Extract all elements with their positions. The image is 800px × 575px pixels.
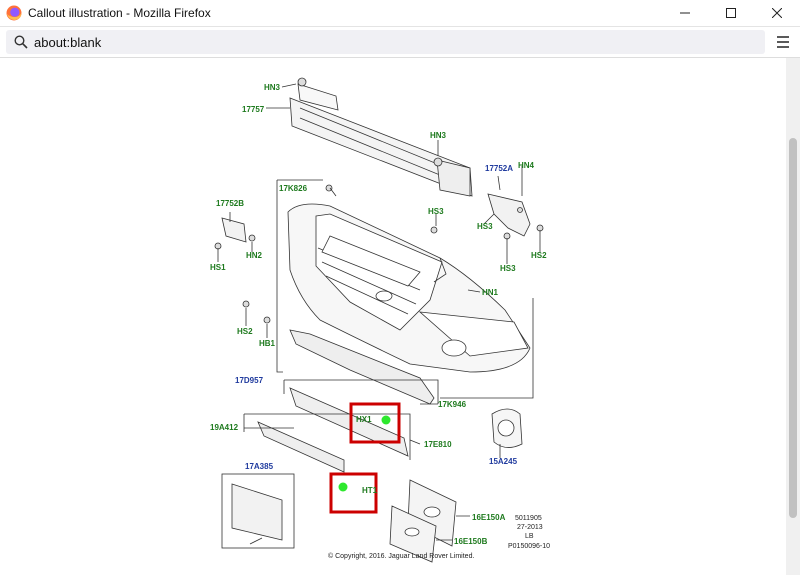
label-17752b: 17752B: [216, 199, 244, 208]
label-hn3-top: HN3: [264, 83, 281, 92]
bumper-diagram: HN3 17757 HN3 17752A HN4 17K826 17752B H…: [210, 77, 550, 563]
assembly-bracket-17d957: [276, 180, 283, 373]
close-button[interactable]: [754, 0, 800, 26]
label-hs2-left: HS2: [237, 327, 253, 336]
label-17757: 17757: [242, 105, 265, 114]
vertical-scrollbar[interactable]: [786, 58, 800, 575]
url-bar[interactable]: about:blank: [6, 30, 765, 54]
label-hs2-right: HS2: [531, 251, 547, 260]
firefox-icon: [6, 5, 22, 21]
ref-line-1: 5011905: [515, 515, 542, 522]
label-hs3-c: HS3: [500, 264, 516, 273]
maximize-button[interactable]: [708, 0, 754, 26]
label-16e150a: 16E150A: [472, 513, 506, 522]
label-hs3-a: HS3: [428, 207, 444, 216]
label-hs3-b: HS3: [477, 222, 493, 231]
label-hn1: HN1: [482, 288, 499, 297]
ref-line-3: LB: [525, 533, 534, 540]
scrollbar-thumb[interactable]: [789, 138, 797, 518]
label-hn3-mid: HN3: [430, 131, 447, 140]
title-bar: Callout illustration - Mozilla Firefox: [0, 0, 800, 27]
label-hn2: HN2: [246, 251, 263, 260]
maximize-icon: [726, 8, 736, 18]
label-hb1: HB1: [259, 339, 276, 348]
label-hs1: HS1: [210, 263, 226, 272]
window-title: Callout illustration - Mozilla Firefox: [28, 6, 211, 20]
label-ht1: HT1: [362, 486, 378, 495]
label-17k946: 17K946: [438, 400, 467, 409]
label-17d957: 17D957: [235, 376, 264, 385]
label-15a245: 15A245: [489, 457, 518, 466]
label-17752a: 17752A: [485, 164, 513, 173]
url-text[interactable]: about:blank: [34, 35, 101, 50]
ref-line-2: 27-2013: [517, 524, 543, 531]
label-17a385: 17A385: [245, 462, 274, 471]
minimize-icon: [680, 12, 690, 14]
label-hn4: HN4: [518, 161, 535, 170]
bumper-beam: [289, 83, 473, 197]
bracket-left: [221, 217, 247, 243]
bracket-right: [487, 193, 531, 237]
hamburger-menu-icon[interactable]: [774, 33, 792, 51]
copyright: © Copyright, 2016. Jaguar Land Rover Lim…: [328, 552, 474, 560]
callout-dot-ht1: [338, 482, 348, 492]
label-hx1: HX1: [356, 415, 372, 424]
label-17e810: 17E810: [424, 440, 452, 449]
callout-dot-hx1: [381, 415, 391, 425]
close-icon: [772, 8, 782, 18]
minimize-button[interactable]: [662, 0, 708, 26]
label-17k826: 17K826: [279, 184, 308, 193]
search-icon: [14, 35, 28, 49]
label-16e150b: 16E150B: [454, 537, 488, 546]
ref-line-4: P0150096-10: [508, 543, 550, 550]
label-19a412: 19A412: [210, 423, 239, 432]
navigation-bar: about:blank: [0, 27, 800, 58]
page-content: HN3 17757 HN3 17752A HN4 17K826 17752B H…: [0, 58, 800, 575]
